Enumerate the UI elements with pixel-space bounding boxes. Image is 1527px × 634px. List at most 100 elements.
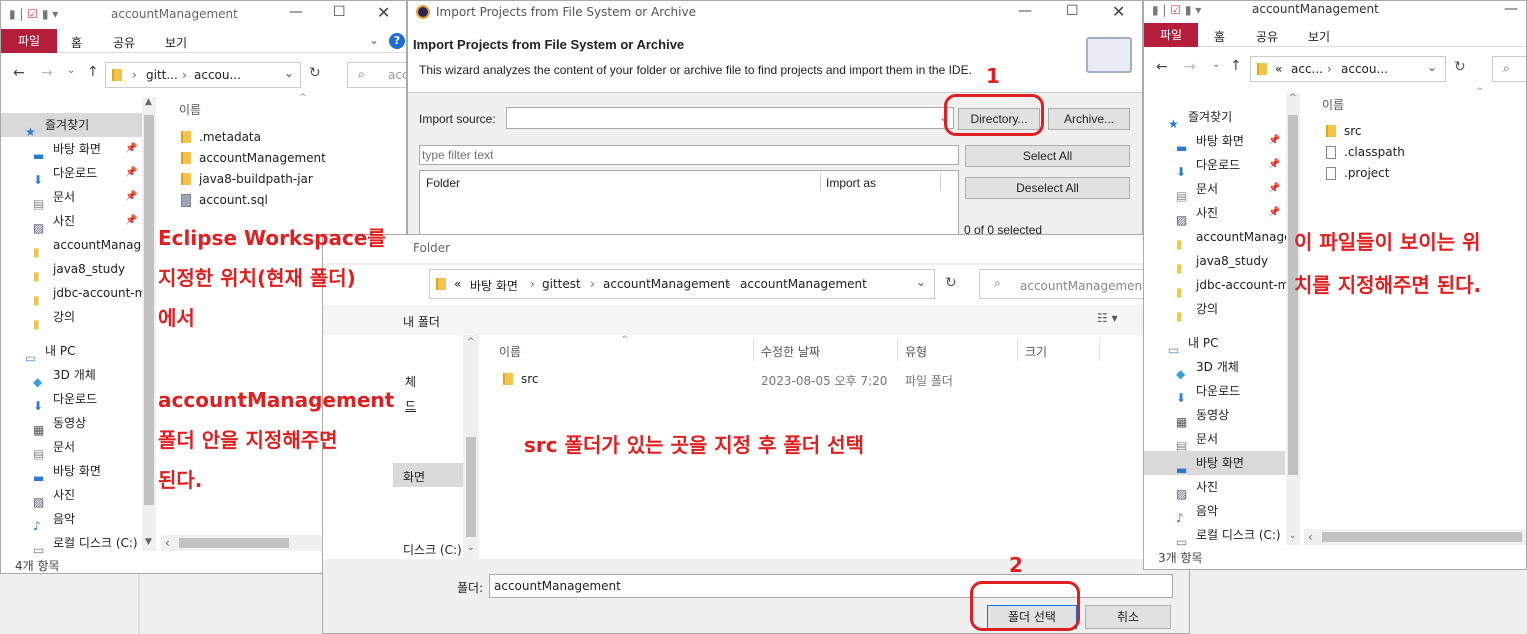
scroll-down-icon[interactable]: ⌄ xyxy=(1289,531,1297,541)
help-icon[interactable]: ? xyxy=(389,33,405,49)
forward-arrow-icon[interactable]: → xyxy=(1184,59,1196,75)
horizontal-scrollbar[interactable]: ‹ xyxy=(1304,529,1526,545)
nav-scrollbar[interactable]: ▲ ▼ xyxy=(142,97,156,551)
back-arrow-icon[interactable]: ← xyxy=(13,65,25,81)
breadcrumb-overflow[interactable]: « xyxy=(454,277,461,291)
close-button[interactable]: ✕ xyxy=(1112,2,1125,21)
nav-item[interactable]: ▦ 동영상 xyxy=(1144,403,1285,429)
search-box[interactable]: ⌕ xyxy=(1492,56,1526,82)
nav-item[interactable]: ⬇ 다운로드 xyxy=(1144,379,1285,405)
address-bar[interactable]: « 바탕 화면 › gittest › accountManagement › … xyxy=(429,269,935,299)
breadcrumb-item[interactable]: gittest xyxy=(542,277,581,291)
maximize-button[interactable]: ☐ xyxy=(1066,3,1079,19)
scroll-thumb[interactable] xyxy=(1322,532,1522,542)
nav-item[interactable]: 디스크 (C:) xyxy=(403,541,462,558)
list-item[interactable]: .project xyxy=(1322,163,1526,184)
refresh-icon[interactable]: ↻ xyxy=(1454,59,1466,75)
breadcrumb-item[interactable]: accountManagement xyxy=(603,277,730,291)
column-header-import-as[interactable]: Import as xyxy=(826,176,876,190)
nav-item[interactable]: ▭ 내 PC xyxy=(1,339,142,365)
scroll-left-icon[interactable]: ‹ xyxy=(1308,530,1313,544)
nav-item[interactable]: ▬ 바탕 화면 📌 xyxy=(1144,129,1285,155)
scroll-down-icon[interactable]: ⌄ xyxy=(467,543,475,553)
nav-item[interactable]: ▨ 사진 xyxy=(1144,475,1285,501)
refresh-icon[interactable]: ↻ xyxy=(945,275,957,291)
ribbon-tab-share[interactable]: 공유 xyxy=(113,34,135,51)
nav-item[interactable]: ▤ 문서 xyxy=(1,435,142,461)
nav-item[interactable]: ▤ 문서 📌 xyxy=(1,185,142,211)
ribbon-tab-file[interactable]: 파일 xyxy=(1144,23,1198,47)
search-box[interactable]: ⌕ acco xyxy=(347,62,406,88)
nav-item[interactable]: ◆ 3D 개체 xyxy=(1144,355,1285,381)
breadcrumb-item[interactable]: accou... xyxy=(1341,62,1388,76)
nav-item[interactable]: ▮ java8_study xyxy=(1,257,142,283)
nav-item[interactable]: ▮ jdbc-account-m xyxy=(1,281,146,307)
breadcrumb-item[interactable]: gitt... xyxy=(146,68,178,82)
ribbon-tab-view[interactable]: 보기 xyxy=(1308,28,1330,45)
minimize-button[interactable]: — xyxy=(1504,1,1518,17)
column-header-type[interactable]: 유형 xyxy=(905,343,927,360)
list-item[interactable]: .metadata xyxy=(177,127,397,148)
chevron-down-icon[interactable]: ⌄ xyxy=(369,33,379,47)
chevron-down-icon[interactable]: ⌄ xyxy=(916,275,926,289)
recent-dropdown-icon[interactable]: ⌄ xyxy=(1212,59,1220,70)
nav-item[interactable]: ▬ 바탕 화면 xyxy=(1144,451,1285,477)
nav-item[interactable]: ▮ accountManage xyxy=(1144,225,1291,251)
nav-item[interactable]: ⬇ 다운로드 📌 xyxy=(1144,153,1285,179)
breadcrumb-item[interactable]: accountManagement xyxy=(740,277,867,291)
column-header-date[interactable]: 수정한 날짜 xyxy=(761,343,820,360)
breadcrumb-item[interactable]: acc... xyxy=(1291,62,1323,76)
refresh-icon[interactable]: ↻ xyxy=(309,65,321,81)
column-header-name[interactable]: 이름 xyxy=(1322,96,1344,113)
scroll-left-icon[interactable]: ‹ xyxy=(165,536,170,550)
nav-item[interactable]: ▨ 사진 xyxy=(1,483,142,509)
ribbon-tab-home[interactable]: 홈 xyxy=(71,34,82,51)
scroll-down-icon[interactable]: ▼ xyxy=(145,537,152,547)
nav-item[interactable]: ▨ 사진 📌 xyxy=(1,209,142,235)
new-folder-button[interactable]: 내 폴더 xyxy=(403,313,440,330)
chevron-down-icon[interactable]: ⌄ xyxy=(1427,60,1437,74)
breadcrumb-item[interactable]: accou... xyxy=(194,68,241,82)
recent-dropdown-icon[interactable]: ⌄ xyxy=(67,65,75,76)
column-header-name[interactable]: 이름 xyxy=(179,101,201,118)
nav-scrollbar[interactable]: ^ ⌄ xyxy=(463,335,479,559)
nav-item[interactable]: ▮ 강의 xyxy=(1144,297,1285,323)
maximize-button[interactable]: ☐ xyxy=(333,4,346,20)
minimize-button[interactable]: — xyxy=(289,4,303,20)
nav-item[interactable]: ◆ 3D 개체 xyxy=(1,363,142,389)
minimize-button[interactable]: — xyxy=(1018,3,1032,19)
nav-item[interactable]: ⬇ 다운로드 📌 xyxy=(1,161,142,187)
column-header-folder[interactable]: Folder xyxy=(426,176,460,190)
nav-item[interactable]: ▭ 내 PC xyxy=(1144,331,1285,357)
column-header-name[interactable]: 이름 xyxy=(499,343,521,360)
column-header-size[interactable]: 크기 xyxy=(1025,343,1047,360)
nav-scrollbar[interactable]: ^ ⌄ xyxy=(1286,93,1300,545)
close-button[interactable]: ✕ xyxy=(377,3,390,22)
nav-item[interactable]: ▬ 바탕 화면 xyxy=(1,459,142,485)
back-arrow-icon[interactable]: ← xyxy=(1156,59,1168,75)
scroll-up-icon[interactable]: ^ xyxy=(1289,93,1297,103)
nav-item[interactable]: ▦ 동영상 xyxy=(1,411,142,437)
list-item[interactable]: java8-buildpath-jar xyxy=(177,169,397,190)
nav-item[interactable]: ★ 즐겨찾기 xyxy=(1144,105,1285,131)
nav-item[interactable]: ♪ 음악 xyxy=(1144,499,1285,525)
scroll-up-icon[interactable]: ▲ xyxy=(145,97,152,107)
up-arrow-icon[interactable]: ↑ xyxy=(1230,58,1242,74)
scroll-up-icon[interactable]: ^ xyxy=(467,337,475,347)
nav-item[interactable]: ▭ 로컬 디스크 (C:) xyxy=(1144,523,1285,549)
import-source-combo[interactable]: ⌄ xyxy=(506,107,954,129)
nav-item[interactable]: ▮ 강의 xyxy=(1,305,142,331)
nav-item[interactable]: ▭ 로컬 디스크 (C:) xyxy=(1,531,142,557)
nav-item[interactable]: ▮ java8_study xyxy=(1144,249,1285,275)
address-bar[interactable]: › gitt... › accou... ⌄ xyxy=(105,62,301,88)
list-item[interactable]: src xyxy=(1322,121,1526,142)
scroll-thumb[interactable] xyxy=(144,115,154,505)
archive-button[interactable]: Archive... xyxy=(1048,108,1130,130)
table-row[interactable]: src 2023-08-05 오후 7:20 파일 폴더 xyxy=(497,367,1097,391)
up-arrow-icon[interactable]: ↑ xyxy=(87,64,99,80)
deselect-all-button[interactable]: Deselect All xyxy=(965,177,1130,199)
breadcrumb-item[interactable]: 바탕 화면 xyxy=(470,277,518,294)
forward-arrow-icon[interactable]: → xyxy=(41,65,53,81)
nav-item[interactable]: ▮ jdbc-account-m xyxy=(1144,273,1289,299)
nav-item[interactable]: ★ 즐겨찾기 xyxy=(1,113,142,139)
